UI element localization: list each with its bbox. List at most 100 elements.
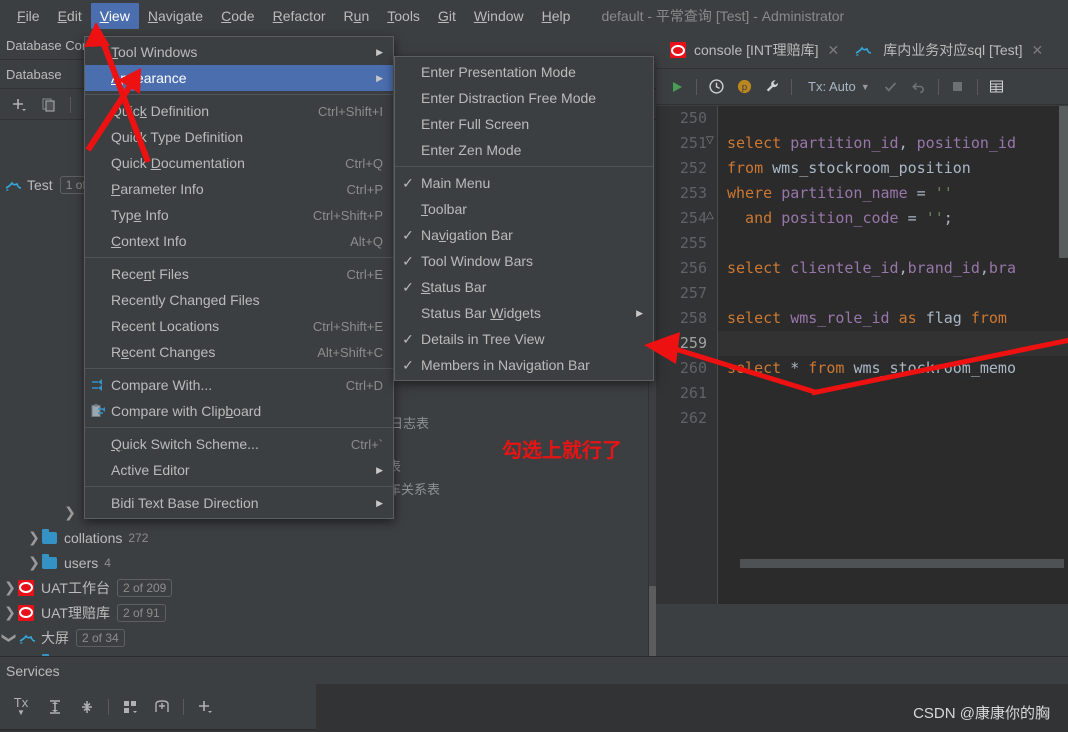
menu-item-appearance[interactable]: Appearance ▶ xyxy=(85,65,393,91)
menu-code[interactable]: Code xyxy=(212,3,263,29)
copy-icon[interactable] xyxy=(36,94,62,116)
history-icon[interactable] xyxy=(703,75,729,99)
menu-item-shortcut: Ctrl+Shift+P xyxy=(313,208,383,223)
close-icon[interactable]: ✕ xyxy=(824,42,842,59)
editor-horizontal-scrollbar[interactable] xyxy=(740,559,1064,568)
tree-item-label: 大屏 xyxy=(41,628,69,648)
menu-item-label: Recent Changes xyxy=(111,344,291,360)
chevron-right-icon[interactable]: ❯ xyxy=(2,580,18,596)
menu-item-recent-changes[interactable]: Recent Changes Alt+Shift+C xyxy=(85,339,393,365)
menu-item-status-bar[interactable]: ✓ Status Bar xyxy=(395,274,653,300)
mysql-icon xyxy=(18,630,36,646)
menu-view[interactable]: View xyxy=(91,3,139,29)
menu-item-enter-zen-mode[interactable]: Enter Zen Mode xyxy=(395,137,653,163)
menu-item-context-info[interactable]: Context Info Alt+Q xyxy=(85,228,393,254)
fold-end-icon[interactable]: △ xyxy=(706,210,714,221)
editor-toolbar: p Tx: Auto ▼ xyxy=(656,69,1068,105)
tx-button[interactable]: Tx ▼ xyxy=(4,692,38,722)
menu-tools[interactable]: Tools xyxy=(378,3,429,29)
menu-item-quick-definition[interactable]: Quick Definition Ctrl+Shift+I xyxy=(85,98,393,124)
tree-item-badge: 2 of 209 xyxy=(117,579,172,597)
add-icon[interactable] xyxy=(6,94,32,116)
run-icon[interactable] xyxy=(664,75,690,99)
menu-item-enter-distraction-free-mode[interactable]: Enter Distraction Free Mode xyxy=(395,85,653,111)
menu-item-members-in-navigation-bar[interactable]: ✓ Members in Navigation Bar xyxy=(395,352,653,378)
chevron-right-icon[interactable]: ❯ xyxy=(26,555,42,571)
tree-row[interactable]: ❯ users 4 xyxy=(0,550,650,575)
code-editor[interactable]: 250 251 252 253 254 255 256 257 258 259 … xyxy=(656,106,1068,604)
menu-item-recently-changed-files[interactable]: Recently Changed Files xyxy=(85,287,393,313)
chevron-right-icon[interactable]: ❯ xyxy=(26,530,42,546)
line-number: 256 xyxy=(656,256,717,281)
tree-row-uat-claims[interactable]: ❯ UAT理赔库 2 of 91 xyxy=(0,600,650,625)
menu-item-type-info[interactable]: Type Info Ctrl+Shift+P xyxy=(85,202,393,228)
commit-icon[interactable] xyxy=(878,75,904,99)
editor-tab-console[interactable]: console [INT理赔库] ✕ xyxy=(664,32,848,69)
add-icon[interactable] xyxy=(190,692,220,722)
menu-navigate[interactable]: Navigate xyxy=(139,3,212,29)
menu-item-quick-documentation[interactable]: Quick Documentation Ctrl+Q xyxy=(85,150,393,176)
toolbar-separator xyxy=(696,79,697,95)
menu-edit[interactable]: Edit xyxy=(49,3,91,29)
menu-item-compare-with[interactable]: Compare With... Ctrl+D xyxy=(85,372,393,398)
menu-git[interactable]: Git xyxy=(429,3,465,29)
compare-clipboard-icon xyxy=(85,403,111,419)
toolbar-separator xyxy=(70,97,71,113)
tree-row-daping[interactable]: ❯ 大屏 2 of 34 xyxy=(0,625,650,650)
menu-item-recent-files[interactable]: Recent Files Ctrl+E xyxy=(85,261,393,287)
rollback-icon[interactable] xyxy=(906,75,932,99)
menu-help[interactable]: Help xyxy=(533,3,580,29)
menu-item-details-in-tree-view[interactable]: ✓ Details in Tree View xyxy=(395,326,653,352)
menu-item-tool-window-bars[interactable]: ✓ Tool Window Bars xyxy=(395,248,653,274)
line-number: 250 xyxy=(656,106,717,131)
chevron-down-icon[interactable]: ❯ xyxy=(2,630,18,646)
tree-row-test-connection[interactable]: Test 1 of xyxy=(0,172,92,197)
menu-item-enter-presentation-mode[interactable]: Enter Presentation Mode xyxy=(395,59,653,85)
menu-item-toolbar[interactable]: Toolbar xyxy=(395,196,653,222)
menu-item-bidi-text-base-direction[interactable]: Bidi Text Base Direction ▶ xyxy=(85,490,393,516)
menu-file[interactable]: File xyxy=(8,3,49,29)
chevron-right-icon[interactable]: ❯ xyxy=(62,505,78,521)
fold-collapse-icon[interactable]: ▽ xyxy=(706,135,714,146)
menu-item-active-editor[interactable]: Active Editor ▶ xyxy=(85,457,393,483)
menu-window[interactable]: Window xyxy=(465,3,533,29)
expand-all-icon[interactable] xyxy=(40,692,70,722)
menu-separator xyxy=(85,427,393,428)
code-line-current xyxy=(718,331,1068,356)
tree-row[interactable]: ❯ collations 272 xyxy=(0,525,650,550)
stop-icon[interactable] xyxy=(945,75,971,99)
menu-item-status-bar-widgets[interactable]: Status Bar Widgets ▶ xyxy=(395,300,653,326)
tree-scrollbar-thumb[interactable] xyxy=(649,586,656,656)
watermark: CSDN @康康你的胸 xyxy=(913,702,1050,723)
chevron-down-icon[interactable]: ▼ xyxy=(861,82,870,92)
chevron-right-icon: ▶ xyxy=(376,498,383,509)
menu-item-quick-switch-scheme[interactable]: Quick Switch Scheme... Ctrl+` xyxy=(85,431,393,457)
layout-icon[interactable] xyxy=(115,692,145,722)
grid-icon[interactable] xyxy=(984,75,1010,99)
appearance-submenu: Enter Presentation Mode Enter Distractio… xyxy=(394,56,654,381)
menu-item-compare-with-clipboard[interactable]: Compare with Clipboard xyxy=(85,398,393,424)
code-line: select clientele_id,brand_id,bra xyxy=(718,256,1068,281)
menu-run[interactable]: Run xyxy=(335,3,379,29)
folder-icon xyxy=(42,557,57,569)
menu-item-main-menu[interactable]: ✓ Main Menu xyxy=(395,170,653,196)
menu-item-recent-locations[interactable]: Recent Locations Ctrl+Shift+E xyxy=(85,313,393,339)
editor-tab-sql[interactable]: 库内业务对应sql [Test] ✕ xyxy=(848,32,1052,69)
menu-item-enter-full-screen[interactable]: Enter Full Screen xyxy=(395,111,653,137)
tree-row-uat-worktable[interactable]: ❯ UAT工作台 2 of 209 xyxy=(0,575,650,600)
menu-item-quick-type-definition[interactable]: Quick Type Definition xyxy=(85,124,393,150)
tx-mode-select[interactable]: Tx: Auto ▼ xyxy=(808,79,870,94)
collapse-all-icon[interactable] xyxy=(72,692,102,722)
p-icon[interactable]: p xyxy=(731,75,757,99)
new-tab-icon[interactable] xyxy=(147,692,177,722)
toolbar-separator xyxy=(977,79,978,95)
menu-item-parameter-info[interactable]: Parameter Info Ctrl+P xyxy=(85,176,393,202)
menu-item-tool-windows[interactable]: Tool Windows ▶ xyxy=(85,39,393,65)
menu-refactor[interactable]: Refactor xyxy=(264,3,335,29)
services-tool-window-header[interactable]: Services xyxy=(0,656,1068,684)
menu-item-navigation-bar[interactable]: ✓ Navigation Bar xyxy=(395,222,653,248)
chevron-right-icon[interactable]: ❯ xyxy=(2,605,18,621)
close-icon[interactable]: ✕ xyxy=(1028,42,1046,59)
wrench-icon[interactable] xyxy=(759,75,785,99)
editor-vertical-scrollbar[interactable] xyxy=(1059,106,1068,258)
